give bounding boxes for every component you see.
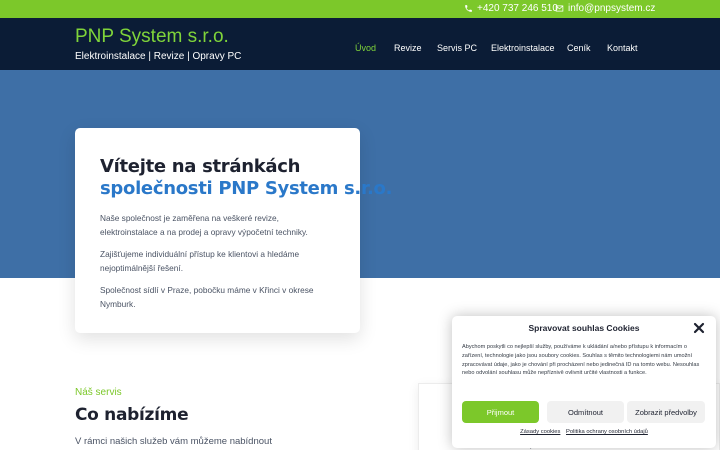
welcome-card: Vítejte na stránkách společnosti PNP Sys… (75, 128, 393, 333)
cookie-policy-links: Zásady cookies Politika ochrany osobních… (452, 429, 716, 435)
nav-item-uvod[interactable]: Úvod (355, 43, 376, 53)
welcome-paragraph-1: Naše společnost je zaměřena na veškeré r… (100, 213, 308, 237)
services-title: Co nabízíme (75, 405, 189, 425)
deny-cookies-button[interactable]: Odmítnout (547, 401, 624, 423)
privacy-policy-link[interactable]: Politika ochrany osobních údajů (566, 429, 648, 435)
nav-item-servis-pc[interactable]: Servis PC (437, 43, 477, 53)
nav-item-kontakt[interactable]: Kontakt (607, 43, 638, 53)
close-icon[interactable] (693, 322, 705, 334)
services-intro: V rámci našich služeb vám můžeme nabídno… (75, 436, 272, 447)
services-label: Náš servis (75, 387, 122, 398)
welcome-paragraph-3: Společnost sídlí v Praze, pobočku máme v… (100, 285, 314, 309)
phone-icon (465, 5, 472, 12)
nav-item-cenik[interactable]: Ceník (567, 43, 591, 53)
nav-item-revize[interactable]: Revize (394, 43, 422, 53)
phone-link[interactable]: +420 737 246 510 (464, 3, 558, 14)
main-nav: Úvod Revize Servis PC Elektroinstalace C… (0, 43, 720, 55)
cookie-policy-link[interactable]: Zásady cookies (520, 429, 560, 435)
welcome-paragraph-2: Zajišťujeme individuální přístup ke klie… (100, 249, 300, 273)
phone-number: +420 737 246 510 (477, 3, 558, 14)
cookie-consent-dialog: Spravovat souhlas Cookies Abychom poskyt… (452, 316, 716, 448)
envelope-icon (555, 5, 564, 12)
accept-cookies-button[interactable]: Přijmout (462, 401, 539, 423)
cookie-preferences-button[interactable]: Zobrazit předvolby (627, 401, 705, 423)
cookie-dialog-text: Abychom poskytli co nejlepší služby, pou… (462, 344, 700, 377)
email-link[interactable]: info@pnpsystem.cz (555, 3, 655, 14)
email-address: info@pnpsystem.cz (568, 3, 656, 14)
cookie-dialog-title: Spravovat souhlas Cookies (528, 323, 640, 333)
top-contact-bar: +420 737 246 510 info@pnpsystem.cz (0, 0, 720, 18)
nav-item-elektroinstalace[interactable]: Elektroinstalace (491, 43, 555, 53)
welcome-heading: Vítejte na stránkách (100, 156, 301, 177)
welcome-heading-company: společnosti PNP System s.r.o. (100, 178, 393, 199)
